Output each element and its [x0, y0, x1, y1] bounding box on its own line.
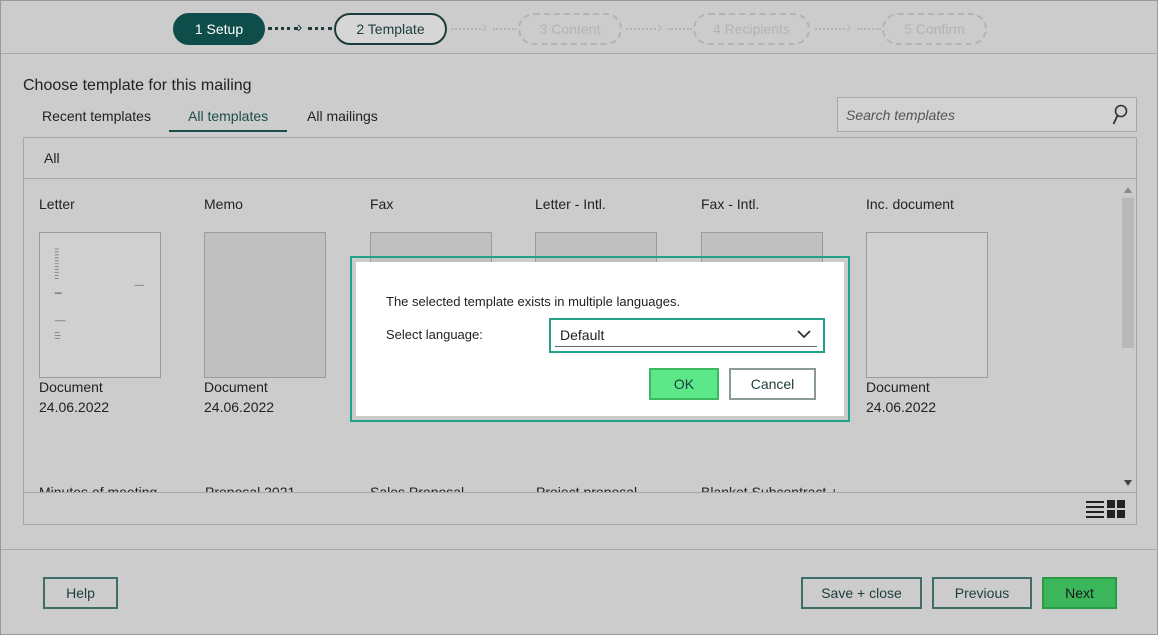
template-card-letter[interactable]: Letter Document 24.06.2022: [24, 196, 184, 486]
chevron-right-icon: ›: [482, 19, 488, 36]
template-date: 24.06.2022: [866, 399, 937, 415]
select-underline: [555, 346, 817, 347]
step-connector: [668, 28, 692, 30]
template-title-sales-proposal[interactable]: Sales Proposal: [370, 484, 464, 492]
template-type: Document: [204, 379, 268, 395]
step-connector: [308, 27, 332, 30]
template-card-memo[interactable]: Memo Document 24.06.2022: [189, 196, 349, 486]
template-title: Inc. document: [866, 196, 954, 212]
template-title: Fax - Intl.: [701, 196, 760, 212]
chevron-right-icon: ›: [297, 19, 303, 36]
search-box: [837, 97, 1137, 132]
template-title-blanket-subcontract[interactable]: Blanket Subcontract +: [701, 484, 838, 492]
step-confirm[interactable]: 5 Confirm: [882, 13, 987, 45]
wizard-window: 1 Setup › 2 Template › 3 Content › 4 Rec…: [0, 0, 1158, 635]
chevron-right-icon: ›: [657, 19, 663, 36]
scroll-up-icon[interactable]: [1124, 187, 1132, 193]
filter-bar: All: [24, 138, 1136, 179]
template-title-proposal-2021[interactable]: Proposal 2021: [205, 484, 295, 492]
next-button[interactable]: Next: [1042, 577, 1117, 609]
template-date: 24.06.2022: [39, 399, 110, 415]
previous-button[interactable]: Previous: [932, 577, 1032, 609]
step-content[interactable]: 3 Content: [518, 13, 622, 45]
template-type: Document: [866, 379, 930, 395]
help-button[interactable]: Help: [43, 577, 118, 609]
filter-all[interactable]: All: [44, 150, 60, 166]
cancel-button[interactable]: Cancel: [729, 368, 816, 400]
template-thumbnail: [866, 232, 988, 378]
template-type: Document: [39, 379, 103, 395]
template-title: Memo: [204, 196, 243, 212]
template-date: 24.06.2022: [204, 399, 275, 415]
template-card-inc-document[interactable]: Inc. document Document 24.06.2022: [851, 196, 1011, 486]
scrollbar[interactable]: [1120, 180, 1136, 492]
list-view-icon[interactable]: [1086, 500, 1104, 518]
language-dialog: The selected template exists in multiple…: [356, 262, 844, 416]
template-title: Letter: [39, 196, 75, 212]
language-label: Select language:: [386, 327, 483, 342]
divider: [1, 53, 1158, 54]
step-connector: [268, 27, 298, 30]
template-title-project-proposal[interactable]: Project proposal: [536, 484, 637, 492]
language-select[interactable]: Default: [549, 318, 825, 353]
wizard-stepper: 1 Setup › 2 Template › 3 Content › 4 Rec…: [1, 13, 1158, 45]
page-title: Choose template for this mailing: [23, 77, 252, 94]
tab-all-templates[interactable]: All templates: [169, 105, 288, 132]
language-select-value: Default: [560, 327, 605, 343]
scroll-thumb[interactable]: [1122, 198, 1134, 348]
step-connector: [626, 28, 656, 30]
template-thumbnail: [39, 232, 161, 378]
template-thumbnail: [204, 232, 326, 378]
step-setup[interactable]: 1 Setup: [173, 13, 265, 45]
tab-recent-templates[interactable]: Recent templates: [23, 105, 170, 132]
step-template[interactable]: 2 Template: [334, 13, 447, 45]
step-connector: [857, 28, 881, 30]
ok-button[interactable]: OK: [649, 368, 719, 400]
template-title: Letter - Intl.: [535, 196, 606, 212]
panel-footer: [24, 492, 1136, 524]
search-input[interactable]: [846, 105, 1106, 125]
step-connector: [815, 28, 845, 30]
dialog-message: The selected template exists in multiple…: [386, 294, 681, 309]
save-close-button[interactable]: Save + close: [801, 577, 922, 609]
scroll-down-icon[interactable]: [1124, 480, 1132, 486]
step-recipients[interactable]: 4 Recipients: [693, 13, 810, 45]
search-icon[interactable]: [1112, 104, 1128, 126]
step-connector: [451, 28, 481, 30]
divider: [1, 549, 1158, 550]
chevron-down-icon[interactable]: [797, 329, 811, 339]
template-title-minutes[interactable]: Minutes of meeting: [39, 484, 157, 492]
grid-view-icon[interactable]: [1107, 500, 1125, 518]
chevron-right-icon: ›: [846, 19, 852, 36]
template-title: Fax: [370, 196, 394, 212]
step-connector: [493, 28, 517, 30]
tab-all-mailings[interactable]: All mailings: [288, 105, 397, 132]
